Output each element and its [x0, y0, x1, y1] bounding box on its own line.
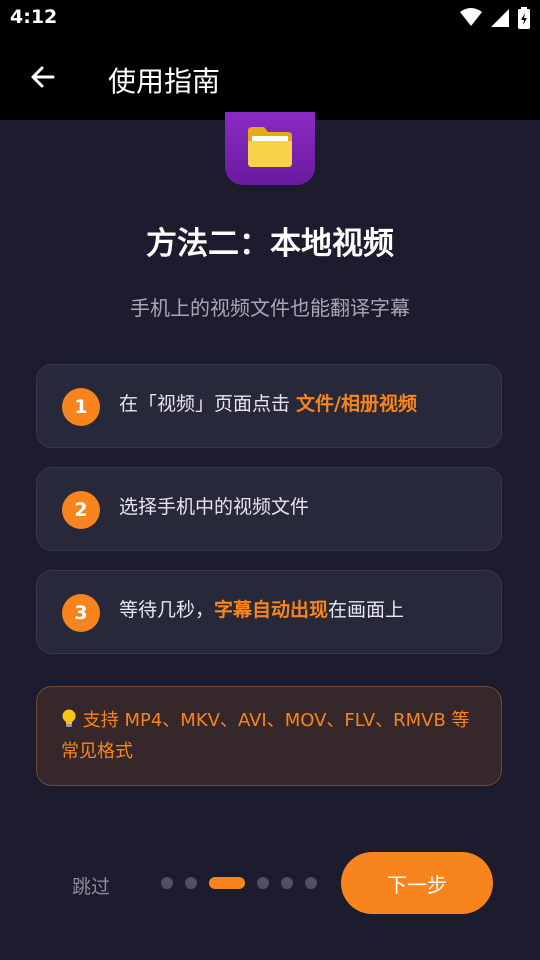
- page-dot: [161, 877, 173, 889]
- page-title: 使用指南: [108, 65, 221, 98]
- format-tip-text: 支持 MP4、MKV、AVI、MOV、FLV、RMVB 等常见格式: [61, 710, 470, 762]
- status-icons: [460, 7, 530, 33]
- format-tip: 支持 MP4、MKV、AVI、MOV、FLV、RMVB 等常见格式: [36, 686, 502, 786]
- page-dot: [185, 877, 197, 889]
- step-text-plain: 等待几秒，: [119, 599, 215, 621]
- lightbulb-icon: [61, 709, 83, 731]
- step-text-after: 在画面上: [328, 599, 405, 621]
- back-button[interactable]: [22, 56, 62, 102]
- page-dot-active: [209, 877, 245, 889]
- guide-title: 方法二：本地视频: [146, 226, 394, 262]
- step-text: 在「视频」页面点击 文件/相册视频: [119, 389, 417, 416]
- app-bar: 使用指南: [0, 38, 540, 120]
- page-dot: [305, 877, 317, 889]
- step-card-1: 1 在「视频」页面点击 文件/相册视频: [36, 364, 502, 448]
- next-button[interactable]: 下一步: [341, 852, 493, 914]
- arrow-left-icon: [29, 65, 55, 93]
- step-text: 选择手机中的视频文件: [119, 492, 309, 519]
- page-indicator: [161, 877, 317, 889]
- step-text-plain: 选择手机中的视频文件: [119, 496, 310, 518]
- step-text-highlight: 文件/相册视频: [296, 393, 417, 415]
- signal-icon: [490, 8, 510, 32]
- guide-content: 方法二：本地视频 手机上的视频文件也能翻译字幕 1 在「视频」页面点击 文件/相…: [0, 112, 540, 960]
- page-dot: [281, 877, 293, 889]
- folder-icon: [246, 125, 294, 173]
- step-text-plain: 在「视频」页面点击: [119, 393, 297, 415]
- step-text-highlight: 字幕自动出现: [214, 599, 329, 621]
- step-card-3: 3 等待几秒，字幕自动出现在画面上: [36, 570, 502, 654]
- page-dot: [257, 877, 269, 889]
- guide-hero-badge: [225, 112, 315, 185]
- step-number: 3: [62, 594, 100, 632]
- step-card-2: 2 选择手机中的视频文件: [36, 467, 502, 551]
- guide-subtitle: 手机上的视频文件也能翻译字幕: [130, 296, 410, 320]
- skip-button[interactable]: 跳过: [72, 872, 110, 899]
- step-text: 等待几秒，字幕自动出现在画面上: [119, 595, 404, 622]
- battery-icon: [518, 7, 530, 33]
- bottom-navigation: 跳过 下一步: [0, 852, 540, 916]
- step-number: 2: [62, 491, 100, 529]
- status-bar: 4:12: [0, 0, 540, 38]
- step-number: 1: [62, 388, 100, 426]
- status-time: 4:12: [10, 6, 58, 28]
- wifi-icon: [460, 8, 482, 32]
